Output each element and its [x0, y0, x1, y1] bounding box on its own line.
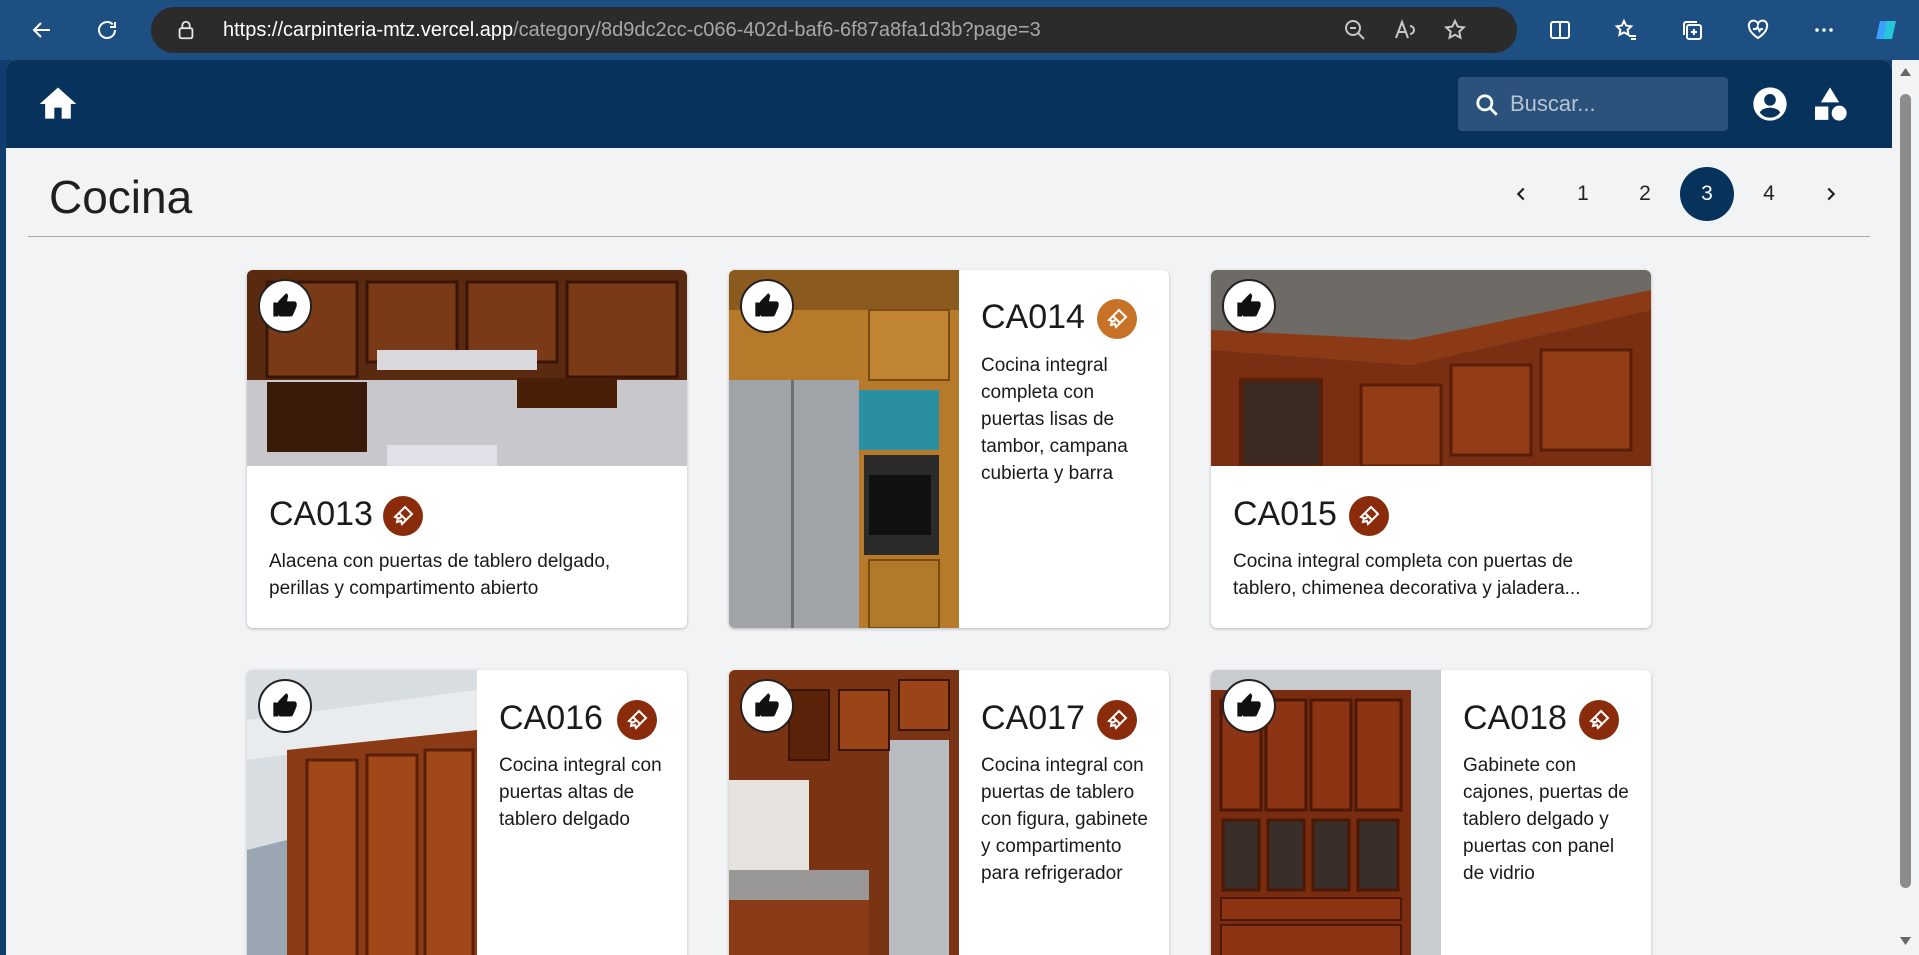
pagination-page-4[interactable]: 4: [1742, 167, 1796, 221]
more-options-icon[interactable]: [1806, 12, 1842, 48]
top-navbar: [6, 60, 1892, 148]
product-code: CA015: [1233, 495, 1337, 533]
like-button[interactable]: [740, 679, 794, 733]
home-icon[interactable]: [36, 82, 80, 126]
product-code: CA016: [499, 699, 603, 737]
back-icon[interactable]: [24, 12, 60, 48]
like-button[interactable]: [258, 279, 312, 333]
search-box[interactable]: [1458, 77, 1728, 131]
like-button[interactable]: [740, 279, 794, 333]
collections-icon[interactable]: [1674, 12, 1710, 48]
paint-brush-icon: [1097, 299, 1137, 339]
product-code: CA017: [981, 699, 1085, 737]
product-code: CA014: [981, 298, 1085, 336]
url-host: https://carpinteria-mtz.vercel.app: [223, 19, 514, 41]
search-icon: [1474, 92, 1500, 118]
title-divider: [28, 236, 1870, 237]
copilot-icon[interactable]: [1868, 12, 1904, 48]
pagination-page-1[interactable]: 1: [1556, 167, 1610, 221]
product-code: CA018: [1463, 699, 1567, 737]
product-description: Cocina integral con puertas de tablero c…: [981, 755, 1148, 884]
like-button[interactable]: [258, 679, 312, 733]
pagination-page-2[interactable]: 2: [1618, 167, 1672, 221]
product-description: Cocina integral con puertas altas de tab…: [499, 755, 662, 830]
page-scrollbar[interactable]: [1892, 60, 1919, 955]
scroll-up-arrow-icon[interactable]: [1900, 68, 1911, 76]
split-screen-icon[interactable]: [1542, 12, 1578, 48]
product-code: CA013: [269, 495, 373, 533]
page-title: Cocina: [49, 171, 193, 223]
paint-brush-icon: [617, 700, 657, 740]
like-button[interactable]: [1222, 279, 1276, 333]
url-path: /category/8d9dc2cc-c066-402d-baf6-6f87a8…: [513, 19, 1041, 41]
paint-brush-icon: [383, 496, 423, 536]
account-icon[interactable]: [1750, 84, 1790, 124]
favorite-star-icon[interactable]: [1443, 18, 1467, 42]
product-description: Cocina integral completa con puertas lis…: [981, 355, 1128, 484]
product-card[interactable]: CA015 Cocina integral completa con puert…: [1211, 270, 1651, 628]
paint-brush-icon: [1097, 700, 1137, 740]
like-button[interactable]: [1222, 679, 1276, 733]
product-card[interactable]: CA017 Cocina integral con puertas de tab…: [729, 670, 1169, 955]
product-image: [1211, 270, 1651, 466]
scroll-down-arrow-icon[interactable]: [1900, 937, 1911, 945]
product-card[interactable]: CA014 Cocina integral completa con puert…: [729, 270, 1169, 628]
product-card[interactable]: CA018 Gabinete con cajones, puertas de t…: [1211, 670, 1651, 955]
browser-essentials-icon[interactable]: [1740, 12, 1776, 48]
address-bar[interactable]: https://carpinteria-mtz.vercel.app/categ…: [151, 7, 1517, 53]
lock-icon: [175, 19, 197, 41]
pagination-page-3[interactable]: 3: [1680, 167, 1734, 221]
url-text: https://carpinteria-mtz.vercel.app/categ…: [223, 19, 1041, 42]
paint-brush-icon: [1349, 496, 1389, 536]
product-image: [247, 270, 687, 466]
zoom-out-icon[interactable]: [1343, 18, 1367, 42]
product-description: Alacena con puertas de tablero delgado, …: [269, 551, 611, 599]
scrollbar-thumb[interactable]: [1900, 94, 1911, 888]
web-page: Cocina 1 2 3 4: [6, 60, 1892, 955]
pagination: 1 2 3 4: [1486, 166, 1858, 222]
pagination-prev-button[interactable]: [1494, 167, 1548, 221]
favorites-icon[interactable]: [1608, 12, 1644, 48]
read-aloud-icon[interactable]: [1393, 18, 1417, 42]
categories-icon[interactable]: [1810, 84, 1850, 124]
refresh-icon[interactable]: [89, 12, 125, 48]
pagination-next-button[interactable]: [1804, 167, 1858, 221]
search-input[interactable]: [1510, 87, 1720, 121]
product-description: Cocina integral completa con puertas de …: [1233, 551, 1581, 599]
product-card[interactable]: CA013 Alacena con puertas de tablero del…: [247, 270, 687, 628]
browser-toolbar: https://carpinteria-mtz.vercel.app/categ…: [0, 0, 1919, 60]
product-card[interactable]: CA016 Cocina integral con puertas altas …: [247, 670, 687, 955]
product-description: Gabinete con cajones, puertas de tablero…: [1463, 755, 1629, 884]
paint-brush-icon: [1579, 700, 1619, 740]
